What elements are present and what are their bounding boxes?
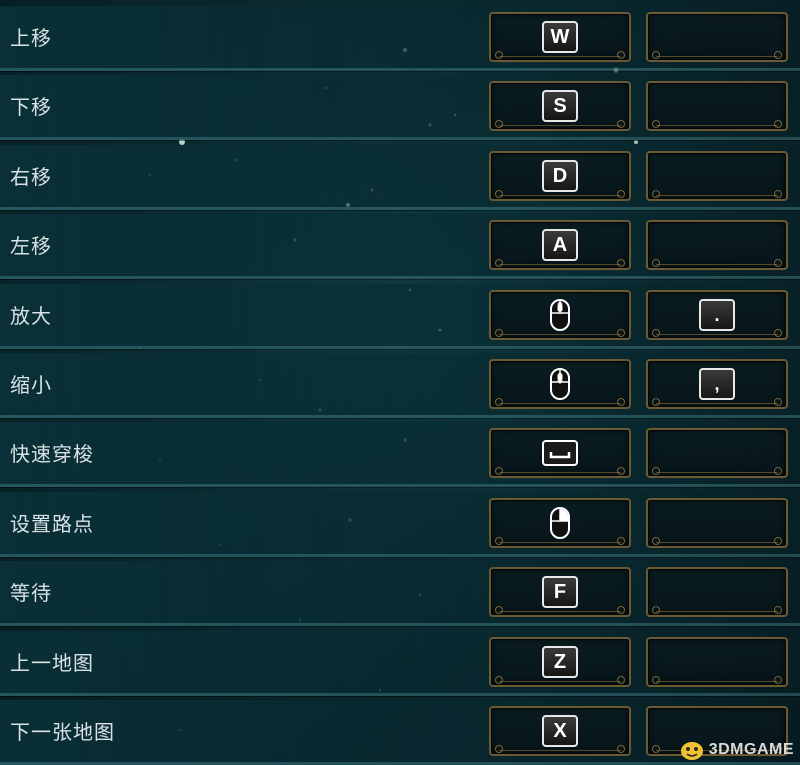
secondary-binding-slot[interactable] bbox=[646, 428, 788, 479]
secondary-binding-slot[interactable]: . bbox=[646, 289, 788, 340]
key-cap: Z bbox=[542, 645, 578, 678]
keybind-row: 左移 A bbox=[0, 214, 800, 280]
slot-ornament bbox=[652, 51, 782, 59]
primary-binding-slot[interactable]: A bbox=[489, 220, 631, 271]
slot-ornament bbox=[652, 536, 782, 545]
primary-binding-slot[interactable]: D bbox=[489, 150, 631, 201]
keybind-action-label: 上移 bbox=[10, 26, 52, 50]
mouse-scroll-down-icon bbox=[550, 368, 570, 400]
slot-ornament bbox=[495, 467, 625, 476]
slot-ornament bbox=[652, 120, 782, 129]
primary-binding-slot[interactable]: W bbox=[489, 12, 631, 62]
secondary-binding-slot[interactable] bbox=[646, 150, 788, 201]
key-cap: X bbox=[542, 715, 578, 747]
keybind-row: 缩小, bbox=[0, 353, 800, 418]
keybind-row: 快速穿梭 bbox=[0, 422, 800, 488]
keybind-action-label: 右移 bbox=[10, 164, 52, 189]
primary-binding-slot[interactable] bbox=[489, 428, 631, 479]
secondary-binding-slot[interactable] bbox=[646, 81, 788, 132]
key-cap: W bbox=[542, 21, 578, 53]
secondary-binding-slot[interactable] bbox=[646, 636, 788, 687]
primary-binding-slot[interactable] bbox=[489, 359, 631, 409]
keybind-row: 设置路点 bbox=[0, 491, 800, 557]
key-cap: , bbox=[699, 368, 735, 400]
secondary-binding-slot[interactable]: , bbox=[646, 359, 788, 409]
secondary-binding-slot[interactable] bbox=[646, 220, 788, 271]
mouse-scroll-up-icon bbox=[550, 298, 570, 331]
keybind-row: 放大. bbox=[0, 283, 800, 349]
spacebar-icon bbox=[542, 440, 578, 467]
slot-ornament bbox=[652, 259, 782, 268]
keybind-action-label: 左移 bbox=[10, 234, 52, 259]
keybind-action-label: 缩小 bbox=[10, 373, 52, 397]
primary-binding-slot[interactable]: Z bbox=[489, 636, 631, 687]
key-cap: D bbox=[542, 159, 578, 192]
watermark-text: 3DMGAME bbox=[708, 741, 794, 758]
keybind-row: 上移 W bbox=[0, 6, 800, 71]
3dm-logo-icon bbox=[680, 742, 703, 760]
slot-ornament bbox=[652, 606, 782, 615]
keybind-action-label: 下一张地图 bbox=[10, 720, 115, 744]
keybind-action-label: 等待 bbox=[10, 581, 52, 606]
secondary-binding-slot[interactable] bbox=[646, 567, 788, 618]
primary-binding-slot[interactable]: F bbox=[489, 567, 631, 618]
watermark: 3DMGAME bbox=[679, 739, 794, 761]
key-cap: F bbox=[542, 576, 578, 609]
keybind-row: 下移 S bbox=[0, 75, 800, 141]
slot-ornament bbox=[652, 189, 782, 198]
secondary-binding-slot[interactable] bbox=[646, 497, 788, 548]
keybind-row: 等待 F bbox=[0, 561, 800, 627]
primary-binding-slot[interactable]: S bbox=[489, 81, 631, 132]
secondary-binding-slot[interactable] bbox=[646, 12, 788, 62]
keybind-action-label: 上一地图 bbox=[10, 650, 94, 675]
key-cap: A bbox=[542, 229, 578, 262]
primary-binding-slot[interactable] bbox=[489, 497, 631, 548]
key-cap: S bbox=[542, 90, 578, 123]
key-cap: . bbox=[699, 298, 735, 331]
keybind-action-label: 放大 bbox=[10, 303, 52, 328]
keybind-action-label: 快速穿梭 bbox=[10, 442, 94, 467]
mouse-right-click-icon bbox=[550, 506, 570, 539]
keybind-action-label: 设置路点 bbox=[10, 511, 94, 536]
slot-ornament bbox=[652, 675, 782, 684]
primary-binding-slot[interactable] bbox=[489, 289, 631, 340]
keybind-row: 右移 D bbox=[0, 144, 800, 210]
keybind-action-label: 下移 bbox=[10, 95, 52, 120]
primary-binding-slot[interactable]: X bbox=[489, 706, 631, 756]
slot-ornament bbox=[652, 467, 782, 476]
keybind-row: 上一地图 Z bbox=[0, 630, 800, 696]
